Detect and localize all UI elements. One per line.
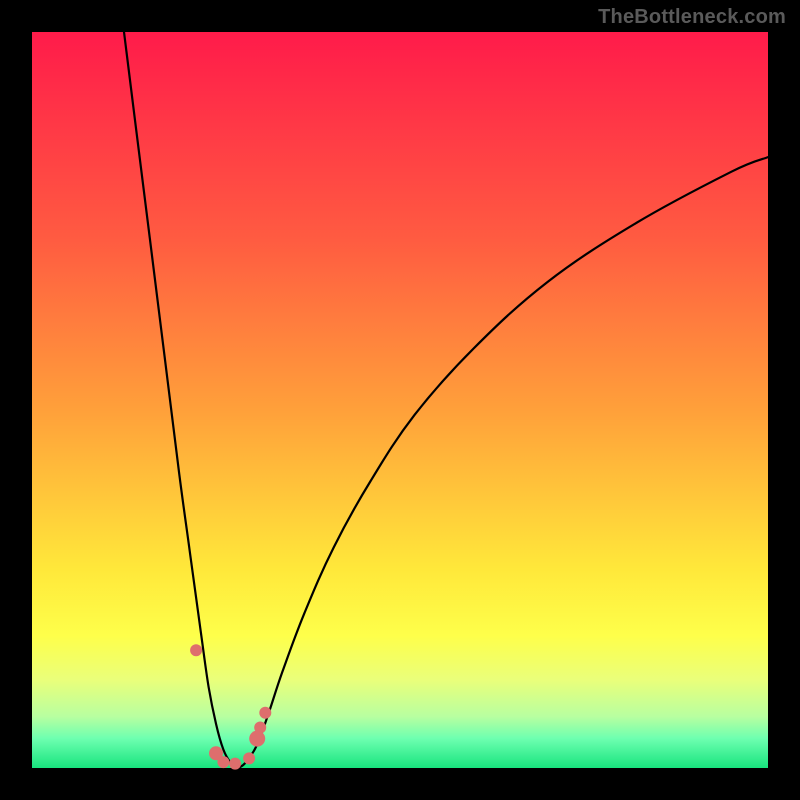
watermark-text: TheBottleneck.com	[598, 6, 786, 29]
scatter-points	[190, 644, 271, 769]
data-point	[254, 722, 266, 734]
curve-layer	[32, 32, 768, 768]
curve-left-branch	[124, 32, 238, 768]
data-point	[249, 731, 265, 747]
curve-right-branch	[238, 157, 768, 768]
data-point	[217, 756, 229, 768]
data-point	[190, 644, 202, 656]
plot-area	[32, 32, 768, 768]
data-point	[243, 752, 255, 764]
data-point	[259, 707, 271, 719]
data-point	[229, 758, 241, 770]
